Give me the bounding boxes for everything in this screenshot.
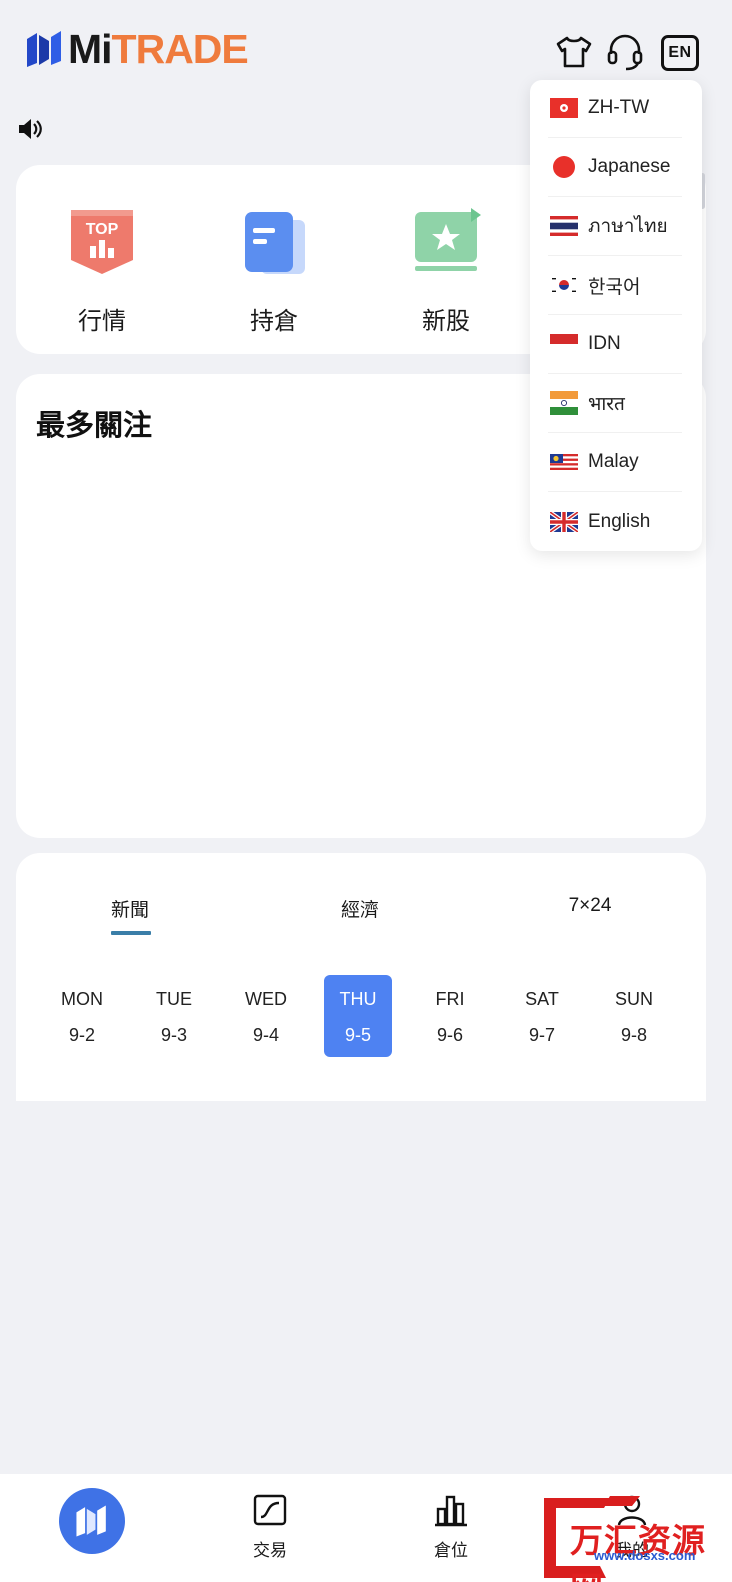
section-title: 最多關注: [36, 410, 153, 442]
watermark-url: www.dosxs.com: [594, 1548, 696, 1563]
lang-label: 한국어: [588, 276, 641, 298]
position-bars-icon: [435, 1495, 467, 1527]
lang-option-korean[interactable]: 한국어: [548, 256, 682, 315]
brand-name-mi: Mi: [68, 26, 113, 72]
day-fri[interactable]: FRI 9-6: [416, 975, 484, 1057]
lang-label: Japanese: [588, 156, 671, 177]
star-screen-icon: [415, 208, 481, 271]
nav-trade[interactable]: 交易: [230, 1493, 310, 1561]
hong-kong-flag-icon: [550, 98, 578, 118]
day-sun[interactable]: SUN 9-8: [600, 975, 668, 1057]
quick-link-label: 行情: [78, 308, 126, 335]
home-logo-icon: [76, 1505, 106, 1537]
quick-link-label: 新股: [422, 308, 470, 335]
quick-link-market[interactable]: TOP 行情: [42, 206, 162, 336]
lang-label: Malay: [588, 451, 639, 472]
lang-label: IDN: [588, 333, 621, 354]
lang-option-english[interactable]: English: [548, 492, 682, 551]
top-badge: TOP: [86, 221, 119, 238]
thailand-flag-icon: [550, 216, 578, 236]
lang-label: भारत: [588, 394, 625, 415]
active-tab-indicator: [111, 931, 151, 935]
logo-mark-icon: [27, 31, 61, 67]
lang-label: ภาษาไทย: [588, 216, 668, 237]
language-button[interactable]: EN: [661, 35, 699, 71]
day-tue[interactable]: TUE 9-3: [140, 975, 208, 1057]
lang-label: English: [588, 510, 651, 532]
nav-position[interactable]: 倉位: [411, 1493, 491, 1561]
lang-option-india[interactable]: भारत: [548, 374, 682, 433]
document-icon: [245, 212, 305, 274]
speaker-icon[interactable]: [16, 116, 44, 142]
japan-flag-icon: [550, 156, 578, 178]
day-mon[interactable]: MON 9-2: [48, 975, 116, 1057]
day-thu-selected[interactable]: THU 9-5: [324, 975, 392, 1057]
trade-chart-icon: [253, 1494, 287, 1526]
lang-option-idn[interactable]: IDN: [548, 315, 682, 374]
tab-economy[interactable]: 經濟: [320, 895, 400, 922]
malaysia-flag-icon: [550, 452, 578, 472]
quick-link-ipo[interactable]: 新股: [386, 206, 506, 336]
lang-option-japanese[interactable]: Japanese: [548, 138, 682, 197]
indonesia-flag-icon: [550, 334, 578, 354]
lang-label: ZH-TW: [588, 97, 650, 118]
uk-flag-icon: [550, 511, 578, 532]
lang-option-thai[interactable]: ภาษาไทย: [548, 197, 682, 256]
quick-link-label: 持倉: [250, 308, 298, 335]
tab-news[interactable]: 新聞: [90, 895, 170, 922]
nav-label: 交易: [253, 1541, 287, 1560]
nav-label: 倉位: [434, 1541, 468, 1560]
day-wed[interactable]: WED 9-4: [232, 975, 300, 1057]
tab-7x24[interactable]: 7×24: [550, 895, 630, 917]
brand-name-trade: TRADE: [111, 26, 249, 72]
lang-option-malay[interactable]: Malay: [548, 433, 682, 492]
nav-home[interactable]: [59, 1488, 125, 1554]
top-chart-icon: TOP: [71, 210, 133, 274]
day-sat[interactable]: SAT 9-7: [508, 975, 576, 1057]
india-flag-icon: [550, 391, 578, 415]
quick-link-holdings[interactable]: 持倉: [214, 206, 334, 336]
brand-logo: MiTRADE: [24, 26, 249, 72]
shirt-icon[interactable]: [553, 31, 595, 73]
korea-flag-icon: [550, 275, 578, 295]
headset-icon[interactable]: [604, 31, 646, 73]
lang-option-zh-tw[interactable]: ZH-TW: [548, 79, 682, 138]
